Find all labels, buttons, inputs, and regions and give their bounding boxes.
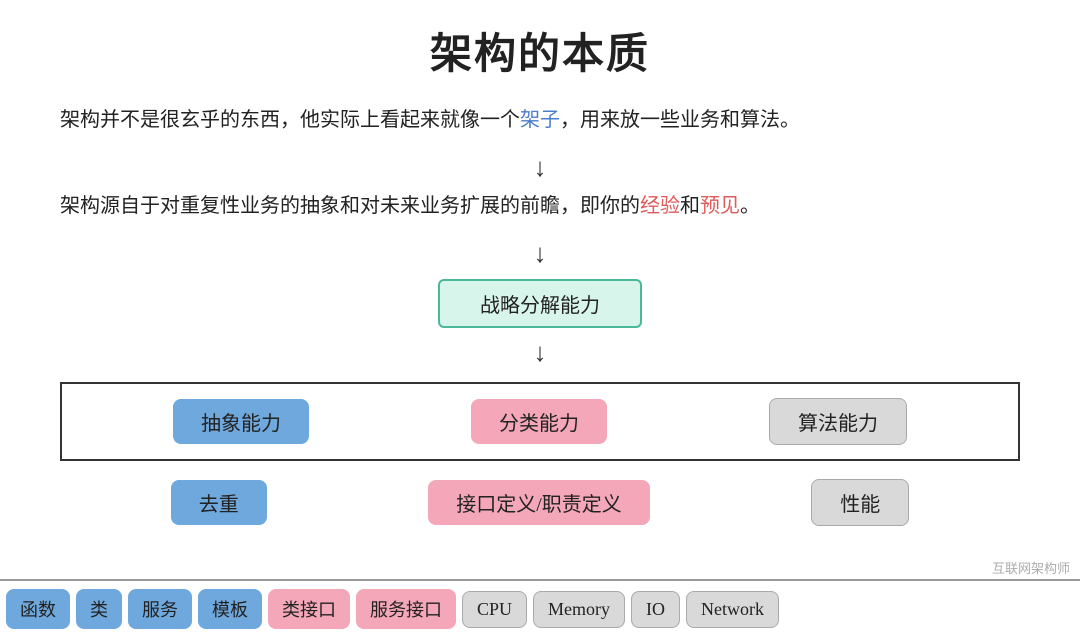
bottom-item-template: 模板	[198, 589, 262, 629]
para2-text-middle: 和	[680, 195, 700, 217]
row2-col2: 接口定义/职责定义	[428, 480, 650, 525]
row2-col1: 去重	[171, 480, 267, 525]
bottom-item-class-interface: 类接口	[268, 589, 350, 629]
row1-col2: 分类能力	[471, 399, 607, 444]
para2-text-end: 。	[740, 195, 760, 217]
main-container: 架构的本质 架构并不是很玄乎的东西，他实际上看起来就像一个架子，用来放一些业务和…	[0, 0, 1080, 637]
bottom-item-memory: Memory	[533, 591, 625, 628]
bottom-item-func: 函数	[6, 589, 70, 629]
bottom-item-service-interface: 服务接口	[356, 589, 456, 629]
arrow-2: ↓	[534, 239, 547, 269]
para1-text-after: ，用来放一些业务和算法。	[560, 109, 800, 131]
bottom-item-network: Network	[686, 591, 779, 628]
row1-col3: 算法能力	[769, 398, 907, 445]
para2-text-before: 架构源自于对重复性业务的抽象和对未来业务扩展的前瞻，即你的	[60, 195, 640, 217]
row1-container: 抽象能力 分类能力 算法能力	[60, 382, 1020, 461]
center-strategy-box: 战略分解能力	[438, 279, 642, 328]
row1-col1: 抽象能力	[173, 399, 309, 444]
arrow-1: ↓	[534, 153, 547, 183]
bottom-item-service: 服务	[128, 589, 192, 629]
para1-text-before: 架构并不是很玄乎的东西，他实际上看起来就像一个	[60, 109, 520, 131]
page-title: 架构的本质	[430, 20, 650, 81]
bottom-bar: 函数 类 服务 模板 类接口 服务接口 CPU Memory IO Networ…	[0, 579, 1080, 637]
paragraph-2: 架构源自于对重复性业务的抽象和对未来业务扩展的前瞻，即你的经验和预见。	[60, 189, 1020, 223]
bottom-item-cpu: CPU	[462, 591, 527, 628]
para1-highlight-blue: 架子	[520, 109, 560, 131]
row2-col3: 性能	[811, 479, 909, 526]
bottom-item-class: 类	[76, 589, 122, 629]
paragraph-1: 架构并不是很玄乎的东西，他实际上看起来就像一个架子，用来放一些业务和算法。	[60, 103, 1020, 137]
bottom-item-io: IO	[631, 591, 680, 628]
arrow-3: ↓	[534, 338, 547, 368]
para2-highlight-red-1: 经验	[640, 195, 680, 217]
para2-highlight-red-2: 预见	[700, 195, 740, 217]
watermark: 互联网架构师	[992, 558, 1070, 577]
row2-container: 去重 接口定义/职责定义 性能	[60, 473, 1020, 532]
